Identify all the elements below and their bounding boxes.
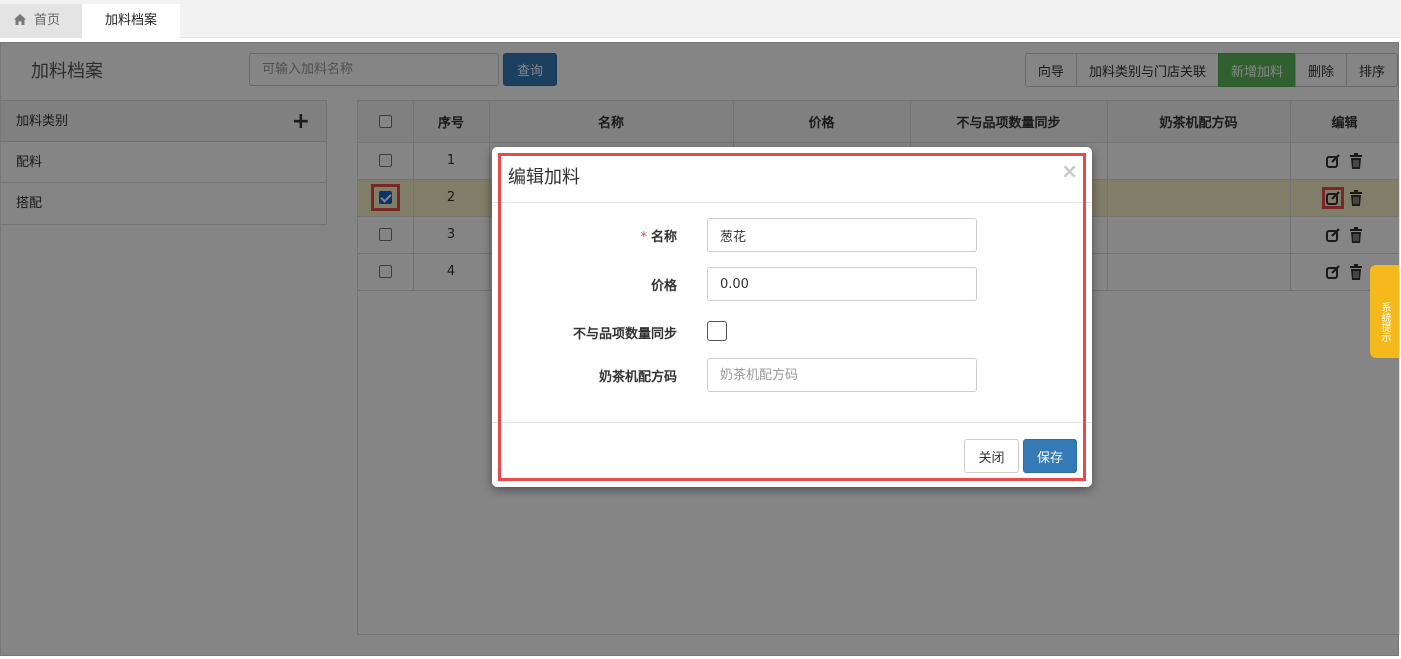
tab-home-label: 首页 — [34, 13, 61, 28]
tab-topping-archive[interactable]: 加料档案 — [82, 4, 180, 38]
required-mark: * — [640, 230, 647, 245]
recipe-code-row: 奶茶机配方码 — [492, 358, 1092, 392]
name-input[interactable] — [707, 218, 977, 252]
tab-bar: 首页 加料档案 — [0, 0, 1401, 38]
price-row: 价格 — [492, 267, 1092, 301]
no-sync-checkbox[interactable] — [707, 321, 727, 341]
name-label: * 名称 — [640, 230, 677, 245]
edit-topping-dialog: 编辑加料 × *名称 价格 不与品项数量同步 奶茶机配方码 关闭 保存 — [492, 147, 1092, 487]
no-sync-label: 不与品项数量同步 — [572, 327, 677, 342]
recipe-code-input[interactable] — [707, 358, 977, 392]
home-icon — [14, 14, 26, 25]
close-icon[interactable]: × — [1061, 159, 1078, 183]
no-sync-row: 不与品项数量同步 — [492, 315, 1092, 349]
dialog-header: 编辑加料 × — [492, 147, 1092, 203]
close-button[interactable]: 关闭 — [964, 439, 1019, 473]
save-button[interactable]: 保存 — [1023, 439, 1077, 473]
tab-topping-archive-label: 加料档案 — [104, 13, 157, 28]
dialog-title: 编辑加料 — [508, 167, 580, 188]
price-label: 价格 — [650, 279, 677, 294]
system-tip-tab[interactable]: 系统提示 — [1370, 265, 1399, 358]
name-row: * 名称 — [492, 218, 1092, 252]
price-input[interactable] — [707, 267, 977, 301]
recipe-code-label: 奶茶机配方码 — [598, 370, 677, 385]
tab-home[interactable]: 首页 — [0, 4, 82, 38]
dialog-footer: 关闭 保存 — [492, 422, 1092, 487]
